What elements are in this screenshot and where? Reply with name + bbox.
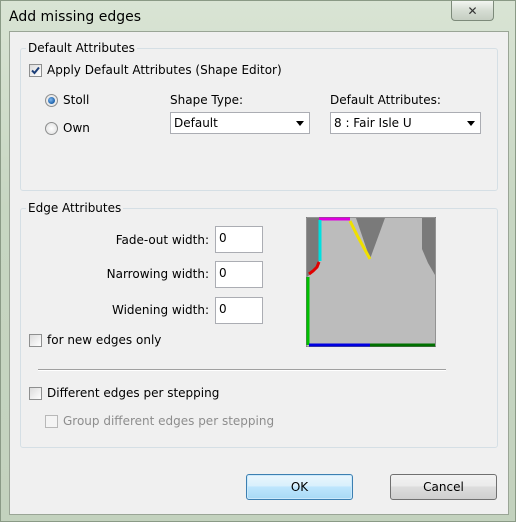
apply-default-attributes-label[interactable]: Apply Default Attributes (Shape Editor) — [47, 63, 282, 77]
new-edges-only-checkbox[interactable] — [29, 334, 42, 347]
fade-out-width-label: Fade-out width: — [115, 233, 209, 247]
chevron-down-icon — [296, 121, 304, 126]
radio-stoll[interactable] — [45, 94, 58, 107]
ok-button[interactable]: OK — [246, 474, 353, 500]
fade-out-width-input[interactable]: 0 — [215, 226, 263, 253]
default-attributes-select-label: Default Attributes: — [330, 93, 441, 107]
dialog-window: Add missing edges ✕ Default Attributes A… — [0, 0, 516, 522]
narrowing-width-label: Narrowing width: — [106, 267, 209, 281]
edge-attributes-group-title: Edge Attributes — [26, 201, 124, 215]
shape-type-value: Default — [174, 116, 218, 130]
cancel-button[interactable]: Cancel — [390, 474, 497, 500]
widening-width-label: Widening width: — [111, 303, 209, 317]
shape-type-label: Shape Type: — [170, 93, 243, 107]
edge-preview-image — [306, 217, 436, 347]
shape-type-select[interactable]: Default — [170, 112, 310, 134]
different-edges-label[interactable]: Different edges per stepping — [47, 386, 219, 400]
default-attributes-group-title: Default Attributes — [26, 41, 137, 55]
narrowing-width-input[interactable]: 0 — [215, 261, 263, 288]
checkmark-icon — [31, 66, 40, 75]
group-different-edges-checkbox[interactable] — [45, 415, 58, 428]
radio-stoll-label[interactable]: Stoll — [63, 93, 89, 107]
apply-default-attributes-checkbox[interactable] — [29, 64, 42, 77]
widening-width-input[interactable]: 0 — [215, 297, 263, 324]
radio-own-label[interactable]: Own — [63, 121, 90, 135]
new-edges-only-label[interactable]: for new edges only — [47, 333, 161, 347]
chevron-down-icon — [467, 121, 475, 126]
radio-own[interactable] — [45, 122, 58, 135]
close-icon: ✕ — [467, 3, 478, 18]
window-title: Add missing edges — [9, 9, 142, 25]
default-attributes-select[interactable]: 8 : Fair Isle U — [330, 112, 481, 134]
close-button[interactable]: ✕ — [451, 1, 494, 21]
group-different-edges-label[interactable]: Group different edges per stepping — [63, 414, 274, 428]
radio-selected-dot — [48, 97, 55, 104]
different-edges-checkbox[interactable] — [29, 387, 42, 400]
separator-line — [38, 369, 446, 371]
default-attributes-value: 8 : Fair Isle U — [334, 116, 412, 130]
dialog-client-area: Default Attributes Apply Default Attribu… — [9, 31, 509, 515]
